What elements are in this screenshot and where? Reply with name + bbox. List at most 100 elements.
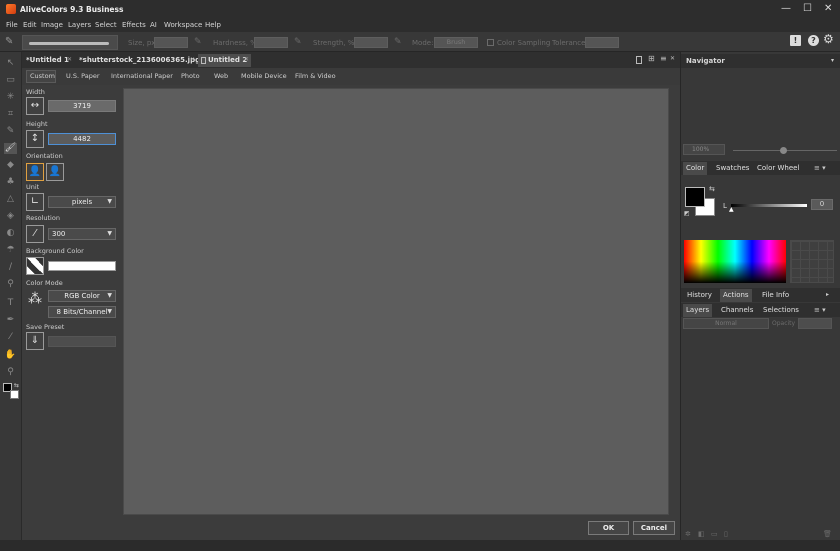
tolerance-field[interactable] <box>585 37 619 48</box>
reset-colors-icon[interactable]: ◩ <box>684 210 690 217</box>
background-swatch[interactable] <box>10 390 19 399</box>
tab-actions[interactable]: Actions <box>720 289 752 302</box>
stamp-tool-icon[interactable]: ♣ <box>4 177 17 188</box>
background-color-swatch[interactable] <box>48 261 116 271</box>
menu-workspace[interactable]: Workspace <box>164 21 202 29</box>
panel-menu-icon[interactable]: ≡ ▾ <box>814 306 826 314</box>
strength-field[interactable] <box>354 37 388 48</box>
size-pressure-icon[interactable]: ✎ <box>194 37 202 47</box>
width-input[interactable]: 3719 <box>48 100 116 112</box>
tab-selections[interactable]: Selections <box>760 304 802 317</box>
doc-tab-close-icon[interactable]: ✕ <box>190 56 195 63</box>
new-document-icon[interactable] <box>636 56 642 64</box>
adjustment-layer-icon[interactable]: ◧ <box>698 530 705 538</box>
brush-preset-picker[interactable] <box>22 35 118 50</box>
color-spectrum-picker[interactable] <box>684 240 786 283</box>
color-sampling-checkbox[interactable] <box>487 39 494 46</box>
navigator-zoom-dropdown[interactable]: 100% <box>683 144 725 155</box>
dodge-tool-icon[interactable]: ◐ <box>4 228 17 239</box>
hand-tool-icon[interactable]: ✋ <box>4 350 17 361</box>
lightness-slider[interactable] <box>731 204 807 207</box>
move-tool-icon[interactable]: ↖ <box>4 58 17 69</box>
brush-tool-icon[interactable]: ✎ <box>5 36 13 47</box>
preset-tab-us-paper[interactable]: U.S. Paper <box>66 71 100 82</box>
doc-tab-untitled-1[interactable]: *Untitled 1 <box>22 54 73 67</box>
save-preset-icon[interactable]: ⇓ <box>26 332 44 350</box>
maximize-button[interactable]: ☐ <box>803 3 812 14</box>
recent-swatches-grid[interactable] <box>790 240 834 283</box>
slider-handle-icon[interactable]: ▲ <box>729 206 734 213</box>
preset-tab-mobile-device[interactable]: Mobile Device <box>241 71 287 82</box>
size-field[interactable] <box>154 37 188 48</box>
menu-select[interactable]: Select <box>95 21 117 29</box>
tab-file-info[interactable]: File Info <box>759 289 792 302</box>
hardness-pressure-icon[interactable]: ✎ <box>294 37 302 47</box>
ok-button[interactable]: OK <box>588 521 629 535</box>
resolution-dropdown[interactable]: 300 ▼ <box>48 228 116 240</box>
pencil-tool-icon[interactable]: ✎ <box>4 126 17 137</box>
zoom-tool-icon[interactable]: ⚲ <box>4 367 17 378</box>
delete-layer-icon[interactable]: 🗑 <box>823 530 832 538</box>
close-button[interactable]: ✕ <box>824 3 832 14</box>
eyedropper-tool-icon[interactable]: ⚲ <box>4 279 17 290</box>
doc-tab-close-icon[interactable]: ✕ <box>244 56 249 63</box>
eraser-tool-icon[interactable]: ◆ <box>4 160 17 171</box>
close-panel-icon[interactable]: ✕ <box>670 55 675 62</box>
cancel-button[interactable]: Cancel <box>633 521 675 535</box>
height-input[interactable]: 4482 <box>48 133 116 145</box>
preset-tab-film-video[interactable]: Film & Video <box>295 71 336 82</box>
navigator-zoom-handle[interactable] <box>780 147 787 154</box>
landscape-orientation-icon[interactable]: 👤 <box>46 163 64 181</box>
help-icon[interactable]: ? <box>808 35 819 46</box>
menu-effects[interactable]: Effects <box>122 21 146 29</box>
fill-tool-icon[interactable]: ◈ <box>4 211 17 222</box>
magic-wand-tool-icon[interactable]: ✳ <box>4 92 17 103</box>
pen-tool-icon[interactable]: ✒ <box>4 315 17 326</box>
tab-color[interactable]: Color <box>683 162 708 175</box>
feedback-icon[interactable]: ! <box>790 35 801 46</box>
smudge-tool-icon[interactable]: ☂ <box>4 245 17 256</box>
unit-dropdown[interactable]: pixels ▼ <box>48 196 116 208</box>
expand-panel-icon[interactable]: ▸ <box>826 291 829 298</box>
marquee-tool-icon[interactable]: ▭ <box>4 75 17 86</box>
brush-tool-icon-active[interactable]: 🖌 <box>4 143 17 154</box>
preset-tab-photo[interactable]: Photo <box>181 71 200 82</box>
menu-ai[interactable]: AI <box>150 21 157 29</box>
bit-depth-dropdown[interactable]: 8 Bits/Channel ▼ <box>48 306 116 318</box>
preset-name-input[interactable] <box>48 336 116 347</box>
foreground-color-swatch[interactable] <box>685 187 705 207</box>
swap-colors-icon[interactable]: ⇆ <box>14 382 19 389</box>
layer-effects-icon[interactable]: ✲ <box>685 530 691 538</box>
mode-dropdown[interactable]: Brush <box>434 37 478 48</box>
line-tool-icon[interactable]: ∕ <box>4 262 17 273</box>
portrait-orientation-icon[interactable]: 👤 <box>26 163 44 181</box>
new-group-icon[interactable]: ▭ <box>711 530 718 538</box>
panel-menu-icon[interactable]: ≡ ▾ <box>814 164 826 172</box>
lightness-value-field[interactable]: 0 <box>811 199 833 210</box>
blur-tool-icon[interactable]: △ <box>4 194 17 205</box>
color-mode-dropdown[interactable]: RGB Color ▼ <box>48 290 116 302</box>
preset-tab-web[interactable]: Web <box>214 71 228 82</box>
panel-menu-icon[interactable]: ▾ <box>831 57 834 64</box>
menu-file[interactable]: File <box>6 21 18 29</box>
tile-windows-icon[interactable]: ⊞ <box>648 54 655 63</box>
tab-channels[interactable]: Channels <box>718 304 756 317</box>
menu-image[interactable]: Image <box>41 21 63 29</box>
tab-layers[interactable]: Layers <box>683 304 713 317</box>
preset-tab-international-paper[interactable]: International Paper <box>111 71 173 82</box>
menu-layers[interactable]: Layers <box>68 21 91 29</box>
doc-tab-close-icon[interactable]: ✕ <box>67 56 72 63</box>
hardness-field[interactable] <box>254 37 288 48</box>
preset-tab-custom[interactable]: Custom <box>30 71 55 82</box>
strength-pressure-icon[interactable]: ✎ <box>394 37 402 47</box>
minimize-button[interactable]: — <box>781 3 791 14</box>
swap-colors-icon[interactable]: ⇆ <box>709 185 715 193</box>
new-layer-icon[interactable]: ▯ <box>724 530 728 538</box>
menu-edit[interactable]: Edit <box>23 21 37 29</box>
tab-swatches[interactable]: Swatches <box>713 162 752 175</box>
settings-gear-icon[interactable]: ⚙ <box>823 32 834 46</box>
tab-color-wheel[interactable]: Color Wheel <box>754 162 802 175</box>
menu-help[interactable]: Help <box>205 21 221 29</box>
tabs-list-icon[interactable]: ≡ <box>660 54 667 63</box>
text-tool-icon[interactable]: T <box>4 298 17 309</box>
